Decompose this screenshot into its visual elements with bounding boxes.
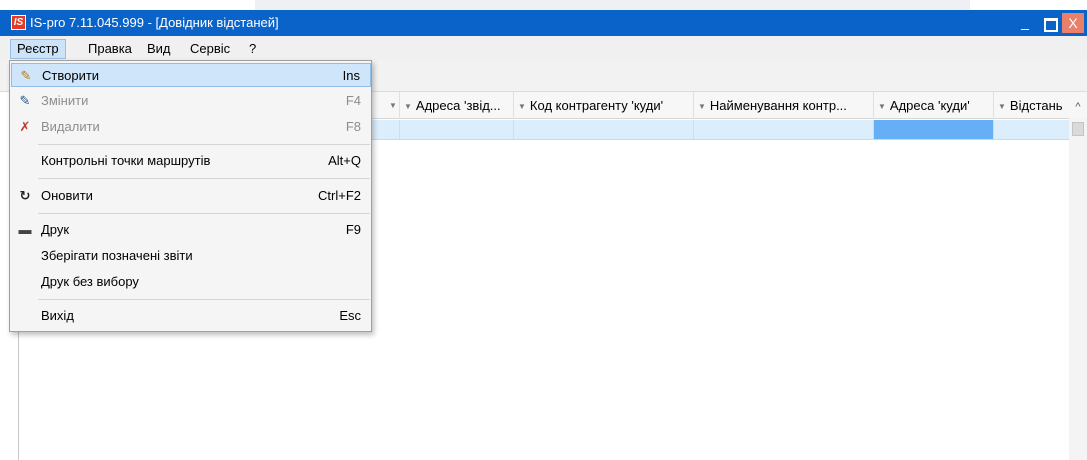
menu-item-label: Оновити <box>41 188 93 203</box>
window-title: IS-pro 7.11.045.999 - [Довідник відстане… <box>30 15 279 30</box>
menu-separator <box>38 178 370 179</box>
menu-item-save-marked-reports[interactable]: Зберігати позначені звіти <box>11 244 371 268</box>
table-cell-focused[interactable] <box>874 120 994 139</box>
column-label: Найменування контр... <box>709 98 847 113</box>
close-button[interactable]: X <box>1062 13 1084 33</box>
menu-view[interactable]: Вид <box>141 40 177 58</box>
column-label: Адреса 'звід... <box>415 98 501 113</box>
menu-item-shortcut: F4 <box>345 93 361 108</box>
menu-edit[interactable]: Правка <box>82 40 138 58</box>
sort-arrow-icon[interactable]: ▼ <box>389 92 397 119</box>
sort-arrow-icon[interactable]: ▼ <box>878 102 886 111</box>
scrollbar-thumb[interactable] <box>1072 122 1084 136</box>
menu-item-shortcut: Esc <box>339 308 361 323</box>
registry-dropdown-menu: ✎ Створити Ins ✎ Змінити F4 ✗ Видалити F… <box>9 60 372 332</box>
top-strip <box>0 0 1087 10</box>
menu-bar: Реєстр Правка Вид Сервіс ? <box>0 36 1087 60</box>
table-cell[interactable] <box>694 120 874 139</box>
menu-item-route-checkpoints[interactable]: Контрольні точки маршрутів Alt+Q <box>11 149 371 173</box>
menu-item-label: Вихід <box>41 308 74 323</box>
edit-icon: ✎ <box>19 93 31 108</box>
title-bar: IS IS-pro 7.11.045.999 - [Довідник відст… <box>0 10 1087 36</box>
new-document-icon: ✎ <box>20 68 32 83</box>
menu-separator <box>38 144 370 145</box>
menu-item-shortcut: Alt+Q <box>328 153 361 168</box>
sort-arrow-icon[interactable]: ▼ <box>698 102 706 111</box>
menu-item-refresh[interactable]: ↻ Оновити Ctrl+F2 <box>11 184 371 208</box>
menu-item-shortcut: Ins <box>342 68 360 83</box>
column-header-to-name[interactable]: ▼ Найменування контр... <box>694 92 874 119</box>
menu-item-label: Видалити <box>41 119 100 134</box>
menu-separator <box>38 213 370 214</box>
column-header-to-address[interactable]: ▼ Адреса 'куди' <box>874 92 994 119</box>
delete-icon: ✗ <box>19 119 31 134</box>
column-header-distance[interactable]: ▼ Відстань <box>994 92 1070 119</box>
menu-item-print-without-selection[interactable]: Друк без вибору <box>11 270 371 294</box>
menu-item-exit[interactable]: Вихід Esc <box>11 304 371 328</box>
menu-item-label: Контрольні точки маршрутів <box>41 153 211 168</box>
column-label: Адреса 'куди' <box>889 98 970 113</box>
sort-arrow-icon[interactable]: ▼ <box>404 102 412 111</box>
menu-item-label: Зберігати позначені звіти <box>41 248 193 263</box>
menu-item-delete[interactable]: ✗ Видалити F8 <box>11 115 371 139</box>
top-strip-shade <box>255 0 970 10</box>
menu-item-shortcut: F8 <box>345 119 361 134</box>
column-label: Відстань <box>1009 98 1063 113</box>
table-cell[interactable] <box>514 120 694 139</box>
menu-registry[interactable]: Реєстр <box>10 39 66 59</box>
minimize-button[interactable]: _ <box>1015 13 1035 33</box>
menu-item-label: Змінити <box>41 93 89 108</box>
app-logo-icon: IS <box>11 15 26 30</box>
menu-service[interactable]: Сервіс <box>184 40 236 58</box>
print-icon: ▬ <box>18 222 32 237</box>
menu-item-modify[interactable]: ✎ Змінити F4 <box>11 89 371 113</box>
vertical-scrollbar[interactable] <box>1069 118 1087 460</box>
table-cell[interactable] <box>994 120 1070 139</box>
menu-item-label: Друк без вибору <box>41 274 139 289</box>
refresh-icon: ↻ <box>19 188 31 203</box>
menu-item-shortcut: Ctrl+F2 <box>318 188 361 203</box>
menu-item-label: Друк <box>41 222 70 237</box>
menu-item-print[interactable]: ▬ Друк F9 <box>11 218 371 242</box>
scroll-up-button[interactable]: ^ <box>1069 92 1087 118</box>
menu-item-create[interactable]: ✎ Створити Ins <box>11 63 371 87</box>
menu-separator <box>38 299 370 300</box>
column-header-from-address[interactable]: ▼ Адреса 'звід... <box>400 92 514 119</box>
maximize-button[interactable] <box>1040 13 1060 33</box>
sort-arrow-icon[interactable]: ▼ <box>998 102 1006 111</box>
menu-help[interactable]: ? <box>243 40 262 58</box>
menu-item-label: Створити <box>42 68 100 83</box>
column-header-to-code[interactable]: ▼ Код контрагенту 'куди' <box>514 92 694 119</box>
table-cell[interactable] <box>400 120 514 139</box>
menu-item-shortcut: F9 <box>345 222 361 237</box>
column-label: Код контрагенту 'куди' <box>529 98 664 113</box>
sort-arrow-icon[interactable]: ▼ <box>518 102 526 111</box>
